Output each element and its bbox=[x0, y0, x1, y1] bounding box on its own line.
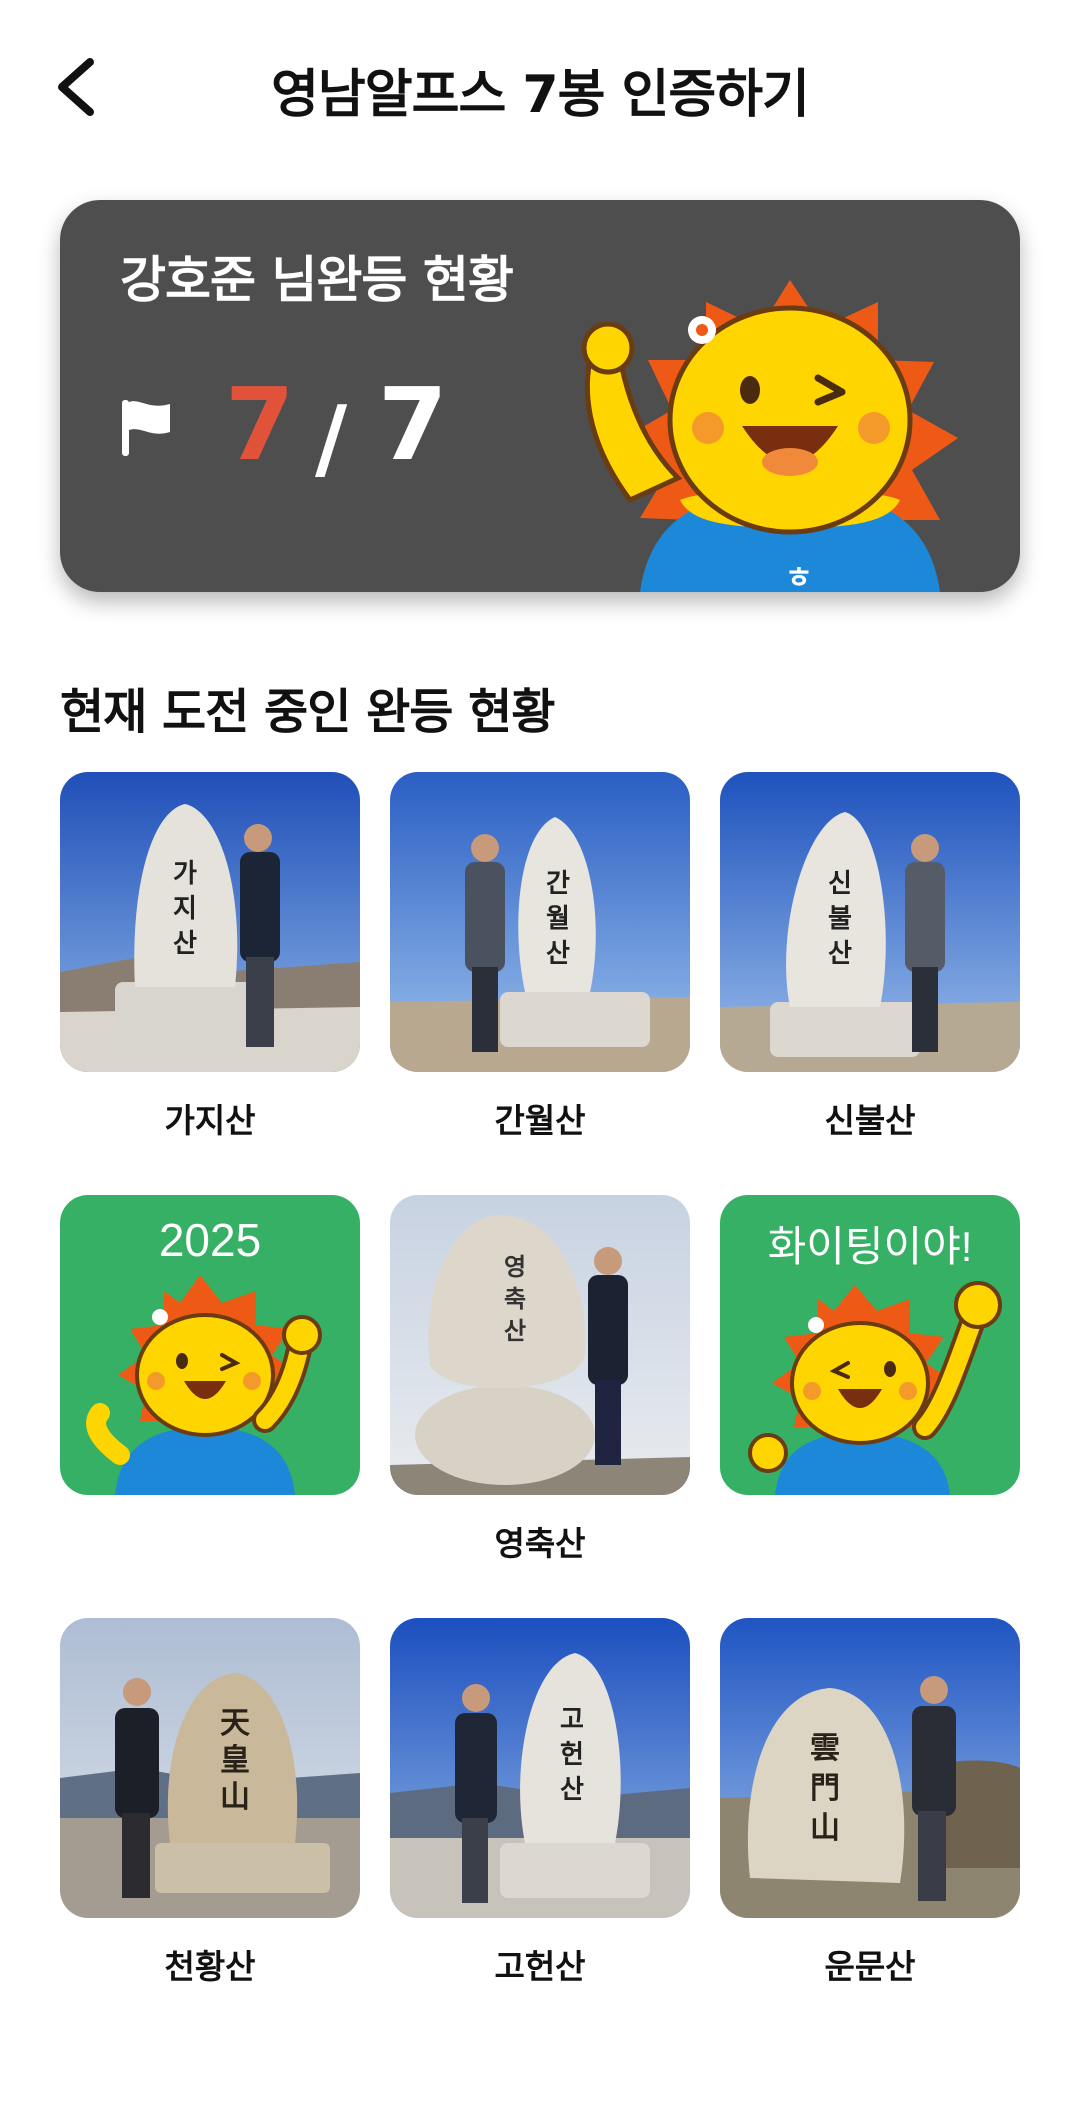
status-title: 강호준 님완등 현황 bbox=[120, 251, 514, 309]
summit-photo: 가 지 산 bbox=[60, 772, 360, 1072]
mountain-photo-sinbulsan[interactable]: 신 불 산 bbox=[720, 772, 1020, 1072]
mountain-label: 가지산 bbox=[164, 1101, 256, 1140]
svg-text:山: 山 bbox=[810, 1811, 840, 1846]
svg-text:山: 山 bbox=[220, 1780, 250, 1815]
svg-text:天: 天 bbox=[220, 1706, 250, 1741]
mountain-photo-gajisan[interactable]: 가 지 산 bbox=[60, 772, 360, 1072]
header: 영남알프스 7봉 인증하기 bbox=[0, 0, 1080, 170]
mountain-photo-yeongchuksan[interactable]: 영 축 산 bbox=[390, 1195, 690, 1495]
count-separator: / bbox=[315, 387, 348, 490]
summit-photo: 雲 門 山 bbox=[720, 1618, 1020, 1918]
svg-text:불: 불 bbox=[828, 904, 852, 934]
svg-text:고: 고 bbox=[560, 1705, 584, 1735]
mountain-label: 간월산 bbox=[494, 1101, 586, 1140]
svg-text:산: 산 bbox=[546, 939, 570, 969]
completion-status-card: 강호준 님완등 현황 7 / 7 ㅎ bbox=[60, 200, 1020, 592]
svg-text:산: 산 bbox=[560, 1775, 584, 1805]
completed-count: 7 bbox=[225, 366, 295, 483]
svg-text:간: 간 bbox=[546, 869, 570, 899]
banner-text: 2025 bbox=[158, 1214, 262, 1266]
summit-photo: 간 월 산 bbox=[390, 772, 690, 1072]
svg-text:지: 지 bbox=[173, 894, 197, 924]
mountain-label: 고헌산 bbox=[494, 1947, 586, 1986]
svg-text:축: 축 bbox=[504, 1285, 526, 1313]
svg-text:皇: 皇 bbox=[220, 1743, 250, 1778]
banner-tile-2025: 2025 bbox=[60, 1195, 360, 1495]
svg-text:ㅎ: ㅎ bbox=[785, 561, 813, 592]
svg-text:산: 산 bbox=[828, 939, 852, 969]
svg-text:가: 가 bbox=[173, 859, 197, 889]
banner-tile-cheer: 화이팅이야! bbox=[720, 1195, 1020, 1495]
mountain-photo-cheonhwangsan[interactable]: 天 皇 山 bbox=[60, 1618, 360, 1918]
svg-text:신: 신 bbox=[828, 869, 852, 899]
mountain-label: 천황산 bbox=[164, 1947, 256, 1986]
summit-photo: 고 헌 산 bbox=[390, 1618, 690, 1918]
svg-text:門: 門 bbox=[810, 1771, 840, 1806]
svg-text:산: 산 bbox=[504, 1317, 526, 1345]
summit-photo: 영 축 산 bbox=[390, 1195, 690, 1495]
total-count: 7 bbox=[378, 366, 448, 483]
mountain-photo-goheonsan[interactable]: 고 헌 산 bbox=[390, 1618, 690, 1918]
svg-text:영: 영 bbox=[504, 1253, 526, 1281]
summit-photo: 신 불 산 bbox=[720, 772, 1020, 1072]
section-title: 현재 도전 중인 완등 현황 bbox=[60, 684, 555, 740]
mountain-photo-unmunsan[interactable]: 雲 門 山 bbox=[720, 1618, 1020, 1918]
svg-text:월: 월 bbox=[546, 904, 570, 934]
page-title: 영남알프스 7봉 인증하기 bbox=[271, 65, 810, 125]
svg-text:산: 산 bbox=[173, 929, 197, 959]
mountain-label: 신불산 bbox=[824, 1101, 916, 1140]
svg-text:雲: 雲 bbox=[810, 1731, 840, 1766]
summit-photo: 天 皇 山 bbox=[60, 1618, 360, 1918]
mountain-label: 영축산 bbox=[494, 1524, 586, 1563]
svg-text:헌: 헌 bbox=[560, 1740, 584, 1770]
mountain-label: 운문산 bbox=[824, 1947, 916, 1986]
flag-icon bbox=[122, 400, 170, 456]
mascot-illustration: ㅎ bbox=[581, 280, 958, 592]
banner-text: 화이팅이야! bbox=[767, 1223, 973, 1270]
mountain-photo-ganwolsan[interactable]: 간 월 산 bbox=[390, 772, 690, 1072]
